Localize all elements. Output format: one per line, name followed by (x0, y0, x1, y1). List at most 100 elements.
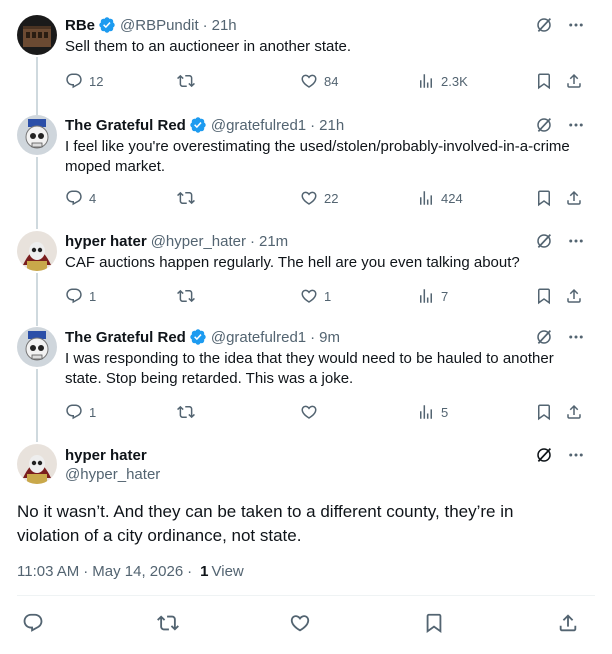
user-handle[interactable]: @gratefulred1 (211, 329, 306, 346)
like-count: 84 (324, 73, 339, 89)
more-icon[interactable] (565, 230, 587, 252)
action-bar: 1 5 (65, 402, 585, 422)
grok-icon[interactable] (533, 114, 555, 136)
share-button[interactable] (557, 612, 579, 634)
retweet-icon (177, 72, 195, 90)
share-button[interactable] (565, 72, 583, 90)
reply-icon (22, 612, 44, 634)
tweet-header: The Grateful Red @gratefulred1 · 9m (65, 327, 340, 347)
tweet-text: Sell them to an auctioneer in another st… (65, 38, 352, 55)
like-icon (300, 287, 318, 305)
tweet-text: I was responding to the idea that they w… (65, 350, 554, 387)
separator-dot: · (310, 328, 316, 346)
display-name[interactable]: hyper hater (65, 447, 147, 464)
like-icon (300, 72, 318, 90)
like-icon (289, 612, 311, 634)
bookmark-icon (423, 612, 445, 634)
avatar[interactable] (17, 444, 57, 484)
avatar[interactable] (17, 115, 57, 155)
grok-icon[interactable] (533, 326, 555, 348)
reply-tweet[interactable]: hyper hater @hyper_hater · 21m CAF aucti… (0, 216, 612, 314)
timestamp[interactable]: 21h (319, 117, 344, 134)
bookmark-button[interactable] (535, 287, 553, 305)
display-name[interactable]: The Grateful Red (65, 329, 186, 346)
like-button[interactable]: 1 (300, 287, 331, 305)
display-name[interactable]: The Grateful Red (65, 117, 186, 134)
reply-button[interactable]: 1 (65, 287, 96, 305)
share-button[interactable] (565, 403, 583, 421)
share-icon (557, 612, 579, 634)
share-button[interactable] (565, 189, 583, 207)
reply-tweet[interactable]: The Grateful Red @gratefulred1 · 21h I f… (0, 100, 612, 216)
view-count: 2.3K (441, 73, 468, 89)
tweet-text: I feel like you're overestimating the us… (65, 138, 570, 175)
display-name[interactable]: RBe (65, 17, 95, 34)
verified-badge-icon (98, 16, 116, 34)
tweet-header: hyper hater @hyper_hater · 21m (65, 231, 288, 251)
retweet-button[interactable] (177, 287, 201, 305)
action-bar: 4 22 424 (65, 188, 585, 208)
like-button[interactable]: 22 (300, 189, 338, 207)
timestamp[interactable]: 21m (259, 233, 288, 250)
view-count: 1 (200, 563, 209, 580)
avatar[interactable] (17, 15, 57, 55)
tweet-date[interactable]: May 14, 2026 (92, 563, 183, 580)
reply-icon (65, 403, 83, 421)
avatar[interactable] (17, 231, 57, 271)
bookmark-icon (535, 287, 553, 305)
separator-dot: · (187, 563, 193, 580)
more-icon[interactable] (565, 14, 587, 36)
views-button[interactable]: 7 (417, 287, 448, 305)
grok-icon[interactable] (533, 14, 555, 36)
bookmark-button[interactable] (423, 612, 445, 634)
retweet-button[interactable] (177, 403, 201, 421)
like-button[interactable] (289, 612, 311, 634)
grok-icon[interactable] (533, 230, 555, 252)
views-icon (417, 189, 435, 207)
more-icon[interactable] (565, 114, 587, 136)
separator-dot: · (249, 232, 255, 250)
timestamp[interactable]: 21h (212, 17, 237, 34)
tweet-header: RBe @RBPundit · 21h (65, 15, 237, 35)
grok-icon[interactable] (533, 444, 555, 466)
verified-badge-icon (189, 328, 207, 346)
tweet-time[interactable]: 11:03 AM (17, 563, 79, 580)
retweet-button[interactable] (177, 189, 201, 207)
tweet-header: The Grateful Red @gratefulred1 · 21h (65, 115, 344, 135)
reply-button[interactable]: 12 (65, 72, 103, 90)
reply-tweet[interactable]: RBe @RBPundit · 21h Sell them to an auct… (0, 0, 612, 98)
reply-button[interactable]: 1 (65, 403, 96, 421)
share-button[interactable] (565, 287, 583, 305)
reply-button[interactable]: 4 (65, 189, 96, 207)
user-handle[interactable]: @hyper_hater (65, 466, 160, 483)
bookmark-icon (535, 403, 553, 421)
avatar[interactable] (17, 327, 57, 367)
reply-icon (65, 189, 83, 207)
display-name[interactable]: hyper hater (65, 233, 147, 250)
reply-button[interactable] (22, 612, 44, 634)
bookmark-button[interactable] (535, 72, 553, 90)
more-icon[interactable] (565, 326, 587, 348)
views-button[interactable]: 424 (417, 189, 463, 207)
like-button[interactable] (300, 403, 324, 421)
retweet-button[interactable] (157, 612, 179, 634)
reply-tweet[interactable]: The Grateful Red @gratefulred1 · 9m I wa… (0, 312, 612, 430)
like-count: 22 (324, 190, 339, 206)
bookmark-button[interactable] (535, 403, 553, 421)
tweet-top-icons (533, 326, 587, 348)
user-handle[interactable]: @gratefulred1 (211, 117, 306, 134)
retweet-button[interactable] (177, 72, 201, 90)
share-icon (565, 287, 583, 305)
like-button[interactable]: 84 (300, 72, 338, 90)
more-icon[interactable] (565, 444, 587, 466)
reply-count: 4 (89, 190, 97, 206)
timestamp[interactable]: 9m (319, 329, 340, 346)
user-handle[interactable]: @RBPundit (120, 17, 199, 34)
separator-dot: · (202, 16, 208, 34)
views-button[interactable]: 5 (417, 403, 448, 421)
user-handle[interactable]: @hyper_hater (151, 233, 246, 250)
views-button[interactable]: 2.3K (417, 72, 468, 90)
main-action-bar (22, 612, 582, 636)
bookmark-button[interactable] (535, 189, 553, 207)
divider (17, 595, 595, 596)
